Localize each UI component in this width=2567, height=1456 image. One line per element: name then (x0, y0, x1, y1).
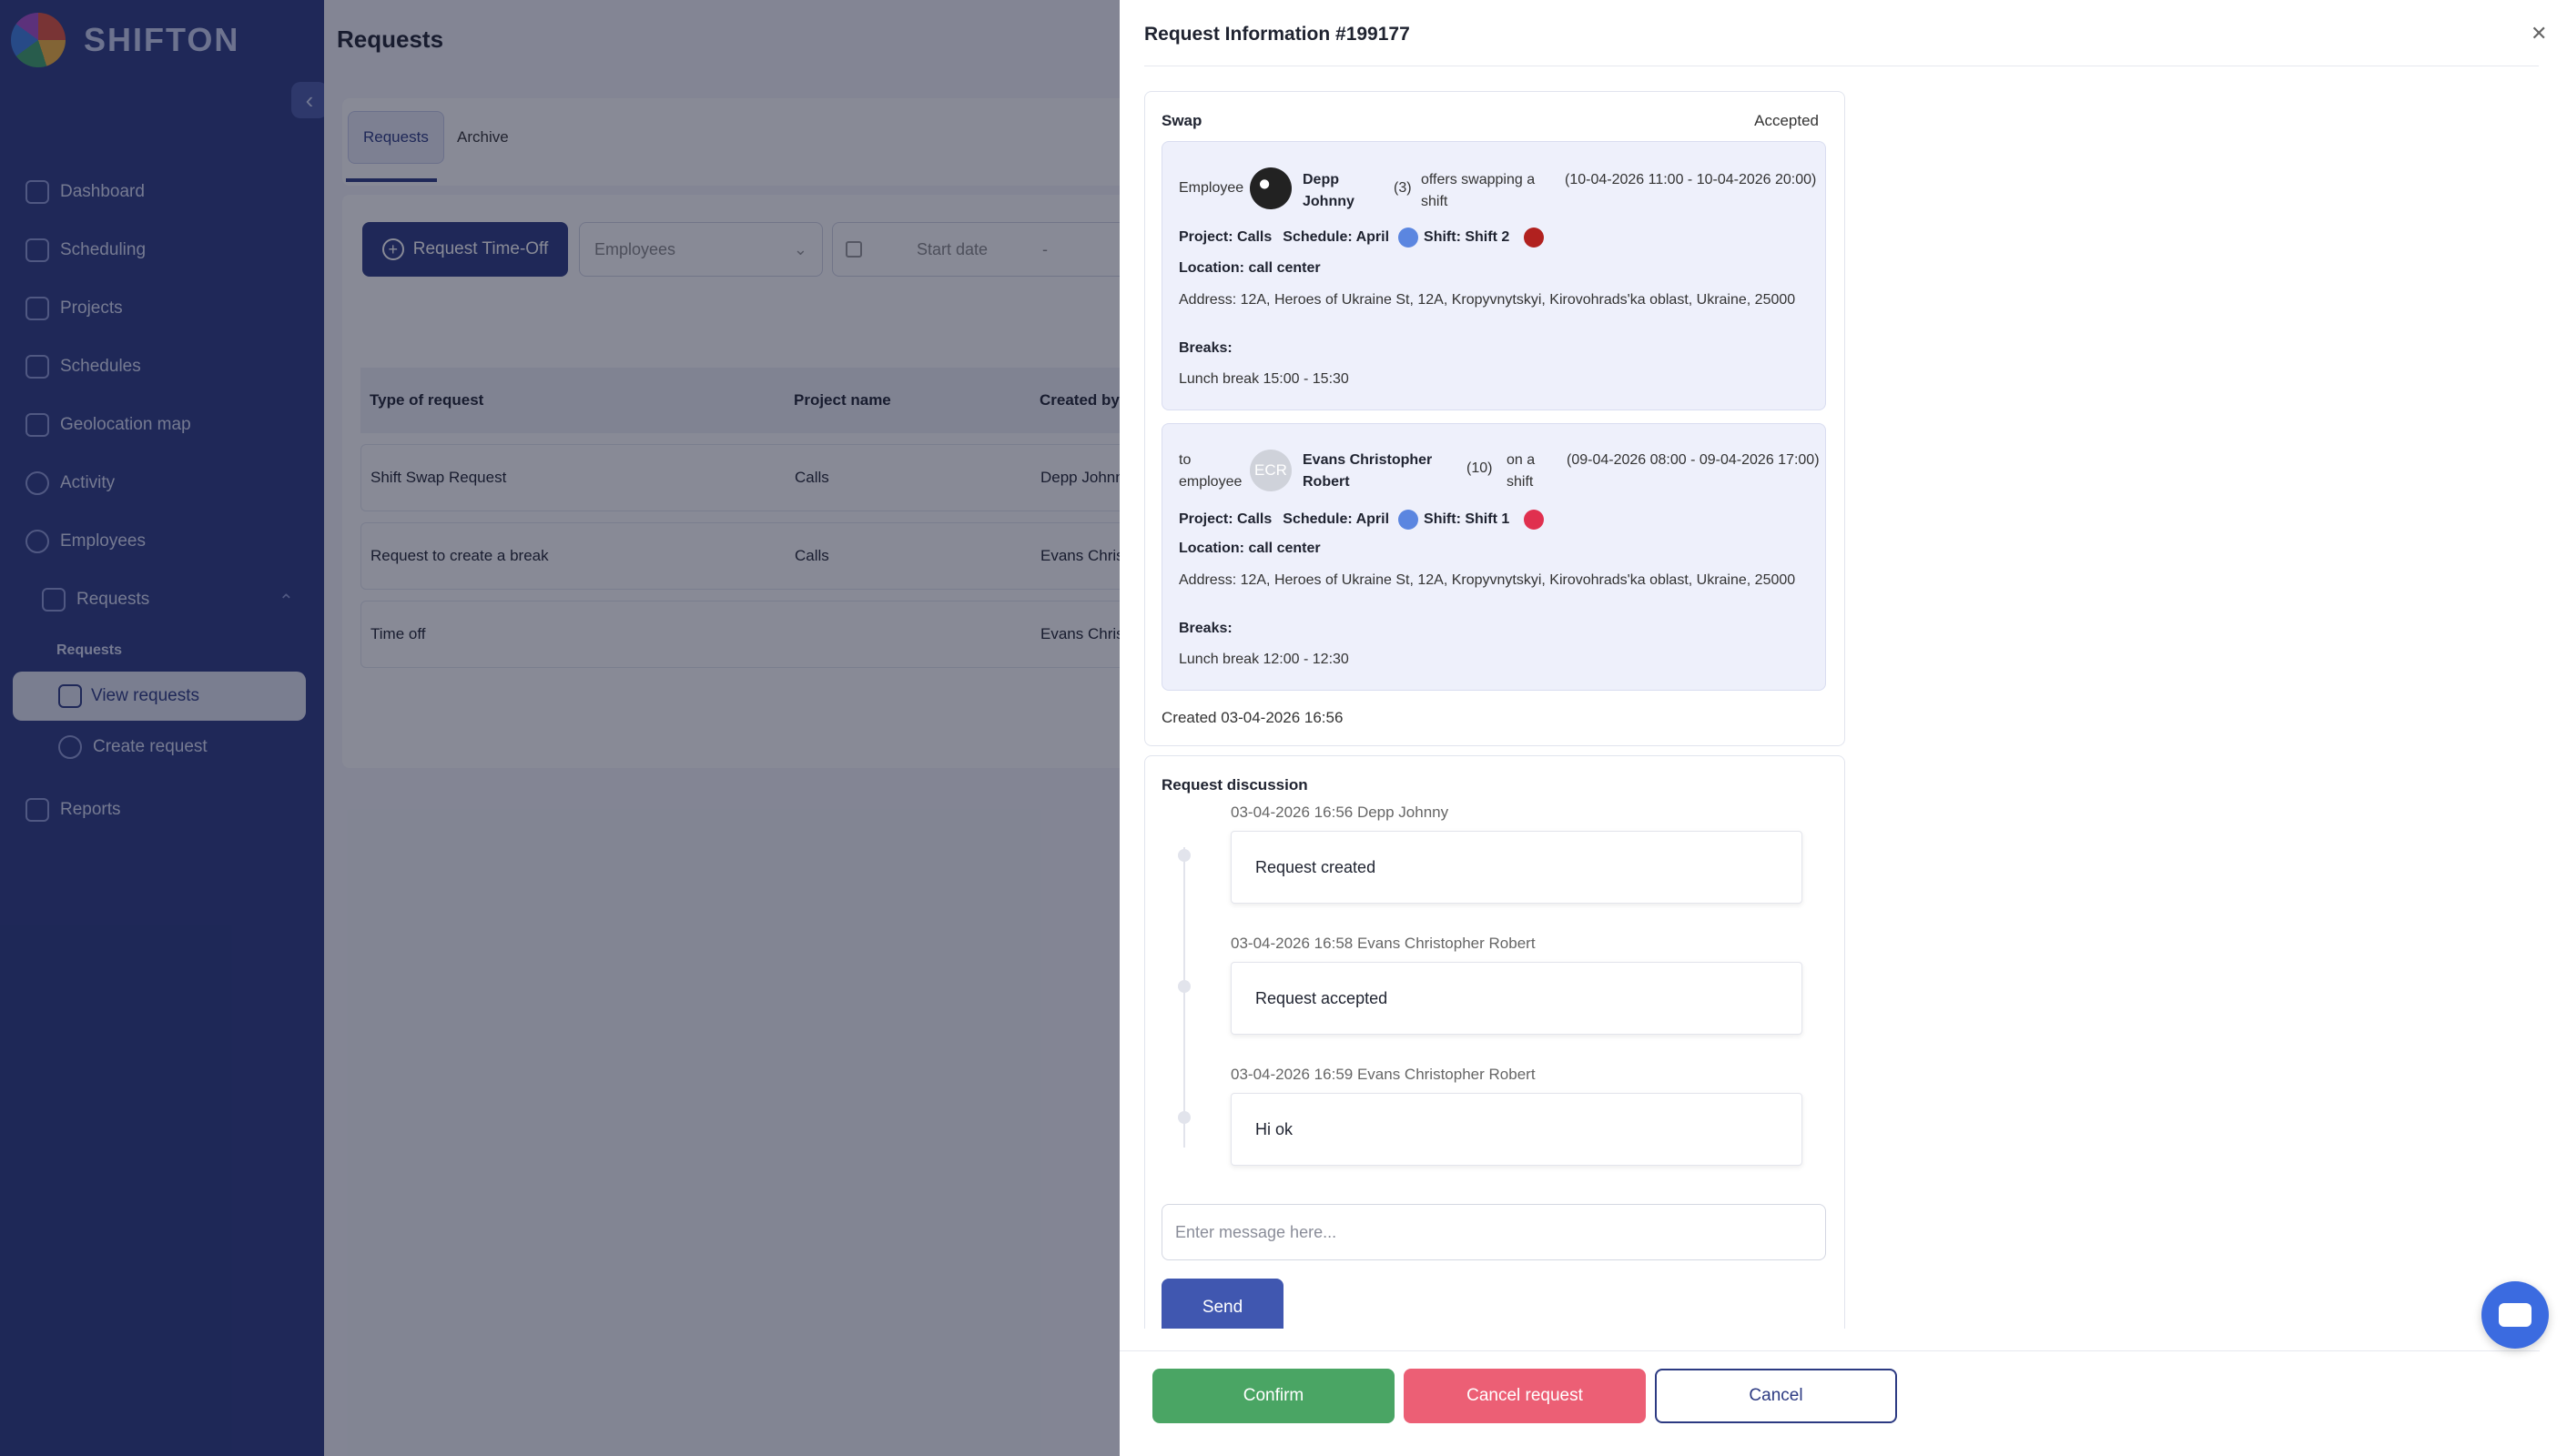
message-meta: 03-04-2026 16:58 Evans Christopher Rober… (1231, 935, 1536, 952)
location-label: Location: call center (1179, 260, 1321, 276)
timeline-dot (1178, 980, 1191, 993)
discussion-title: Request discussion (1162, 776, 1308, 794)
message-meta: 03-04-2026 16:59 Evans Christopher Rober… (1231, 1066, 1536, 1083)
message-card: Request accepted (1231, 962, 1802, 1035)
employee-prefix: to employee (1179, 452, 1243, 490)
swap-details-box: Swap Accepted Employee Depp Johnny (3) o… (1144, 91, 1845, 746)
break-text: Lunch break 15:00 - 15:30 (1179, 371, 1349, 387)
schedule-label: Schedule: April (1283, 511, 1390, 527)
timeline-dot (1178, 1111, 1191, 1124)
employee-name: Depp Johnny (1303, 172, 1355, 209)
drawer-scroll-area[interactable]: Swap Accepted Employee Depp Johnny (3) o… (1144, 91, 1854, 1329)
timeline-line (1183, 847, 1185, 1148)
created-timestamp: Created 03-04-2026 16:56 (1162, 709, 1344, 726)
project-label: Project: Calls (1179, 511, 1273, 527)
swap-action: on a shift (1507, 452, 1536, 490)
breaks-label: Breaks: (1179, 621, 1233, 636)
timeline-dot (1178, 849, 1191, 862)
request-discussion-box: Request discussion 03-04-2026 16:56 Depp… (1144, 755, 1845, 1329)
shift-color-dot (1524, 510, 1545, 530)
message-card: Hi ok (1231, 1093, 1802, 1166)
employee-count: (3) (1394, 180, 1412, 196)
footer-divider (1120, 1350, 2540, 1351)
drawer-title: Request Information #199177 (1144, 24, 1410, 45)
target-shift-card: to employee ECR Evans Christopher Robert… (1162, 423, 1826, 691)
shift-period: (09-04-2026 08:00 - 09-04-2026 17:00) (1567, 452, 1820, 468)
shift-label: Shift: Shift 1 (1424, 511, 1510, 527)
shift-label: Shift: Shift 2 (1424, 229, 1510, 245)
cancel-button[interactable]: Cancel (1655, 1369, 1897, 1423)
swap-action: offers swapping a shift (1421, 172, 1536, 209)
shift-color-dot (1524, 228, 1545, 248)
location-label: Location: call center (1179, 541, 1321, 556)
break-text: Lunch break 12:00 - 12:30 (1179, 652, 1349, 667)
avatar: ECR (1250, 450, 1292, 491)
offered-shift-card: Employee Depp Johnny (3) offers swapping… (1162, 141, 1826, 410)
chat-icon (2499, 1303, 2531, 1327)
breaks-label: Breaks: (1179, 340, 1233, 356)
cancel-request-button[interactable]: Cancel request (1404, 1369, 1646, 1423)
employee-count: (10) (1466, 460, 1493, 476)
chat-support-button[interactable] (2481, 1281, 2549, 1349)
schedule-color-dot (1398, 228, 1419, 248)
employee-name: Evans Christopher Robert (1303, 452, 1433, 490)
message-meta: 03-04-2026 16:56 Depp Johnny (1231, 804, 1449, 821)
confirm-button[interactable]: Confirm (1152, 1369, 1395, 1423)
employee-prefix: Employee (1179, 180, 1244, 196)
close-icon[interactable]: ✕ (2531, 22, 2547, 46)
request-info-drawer: Request Information #199177 ✕ Swap Accep… (1120, 0, 2567, 1456)
project-label: Project: Calls (1179, 229, 1273, 245)
status-badge: Accepted (1754, 112, 1819, 129)
address-text: Address: 12A, Heroes of Ukraine St, 12A,… (1179, 292, 1796, 308)
send-button[interactable]: Send (1162, 1279, 1284, 1329)
message-input[interactable] (1162, 1204, 1826, 1260)
message-card: Request created (1231, 831, 1802, 904)
address-text: Address: 12A, Heroes of Ukraine St, 12A,… (1179, 572, 1796, 588)
schedule-label: Schedule: April (1283, 229, 1390, 245)
modal-backdrop[interactable] (0, 0, 1120, 1456)
schedule-color-dot (1398, 510, 1419, 530)
shift-period: (10-04-2026 11:00 - 10-04-2026 20:00) (1565, 172, 1817, 187)
swap-label: Swap (1162, 112, 1202, 129)
avatar (1250, 167, 1292, 209)
